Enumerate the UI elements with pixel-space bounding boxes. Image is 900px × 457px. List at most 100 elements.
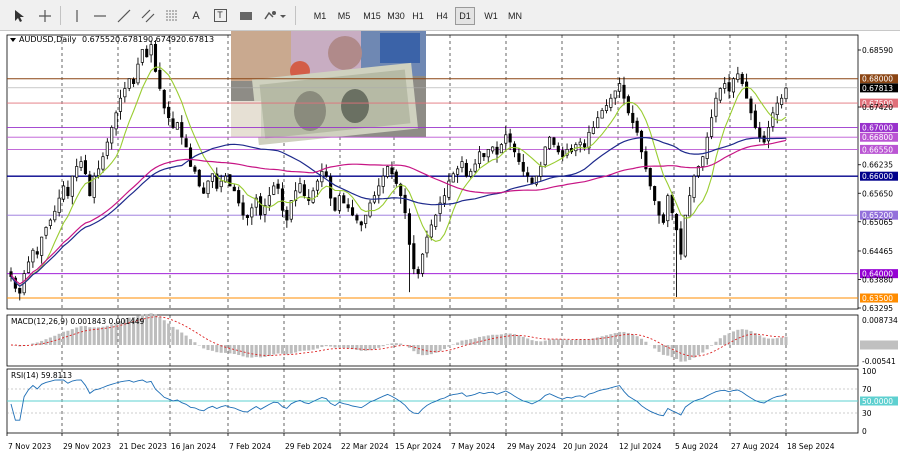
- candle-body: [61, 185, 66, 200]
- candle-body: [232, 186, 236, 192]
- candle-body: [464, 162, 468, 177]
- chart-symbol: AUDUSD,Daily: [19, 35, 77, 44]
- fibonacci-icon[interactable]: [162, 5, 182, 26]
- ma-slow-line: [10, 139, 787, 285]
- candle-body: [631, 112, 635, 123]
- rectangle-icon[interactable]: [236, 5, 256, 26]
- candle-body: [705, 136, 709, 159]
- candle-body: [385, 166, 390, 177]
- candle-body: [114, 112, 118, 130]
- candle-body: [35, 251, 39, 255]
- candle-body: [350, 207, 355, 216]
- level-label-0.66800: 0.66800: [862, 133, 893, 142]
- candle-body: [771, 112, 775, 127]
- level-label-0.63500: 0.63500: [862, 294, 893, 303]
- candle-body: [434, 214, 438, 227]
- candle-body: [486, 149, 490, 158]
- candle-body: [740, 73, 744, 84]
- candle-body: [407, 213, 412, 245]
- candle-body: [79, 161, 83, 168]
- candle-body: [315, 180, 320, 191]
- timeframe-m1[interactable]: M1: [310, 7, 330, 25]
- candle-body: [228, 174, 232, 187]
- chart-menu-icon[interactable]: [10, 38, 16, 42]
- shapes-dropdown-icon[interactable]: [262, 5, 288, 26]
- candle-body: [683, 214, 687, 257]
- rsi-axis-label: 0: [862, 427, 867, 436]
- price-axis-label: 0.63880: [862, 275, 893, 284]
- price-chart[interactable]: 0.680000.675000.670000.668000.665500.660…: [0, 31, 900, 457]
- candle-body: [289, 200, 293, 220]
- candle-body: [219, 180, 223, 188]
- candle-body: [53, 210, 57, 221]
- timeframe-mn[interactable]: MN: [505, 7, 525, 25]
- candle-body: [48, 219, 52, 226]
- cursor-icon[interactable]: [10, 5, 28, 26]
- date-axis-label: 29 May 2024: [507, 442, 556, 451]
- candle-body: [622, 84, 626, 99]
- candle-body: [237, 190, 241, 204]
- ohlc-high: 0.67819: [115, 35, 148, 44]
- candle-body: [692, 175, 696, 198]
- candle-body: [390, 167, 394, 175]
- candle-body: [674, 213, 679, 231]
- price-axis-label: 0.68590: [862, 46, 893, 55]
- trendline-icon[interactable]: [114, 5, 134, 26]
- timeframe-m15[interactable]: M15: [360, 7, 384, 25]
- candle-body: [118, 97, 123, 112]
- candle-body: [780, 97, 784, 105]
- rsi-label: RSI(14) 59.8113: [11, 371, 72, 380]
- candle-body: [311, 190, 315, 203]
- current-price-label: 0.67813: [862, 84, 893, 93]
- timeframe-m5[interactable]: M5: [334, 7, 354, 25]
- candle-body: [491, 146, 495, 152]
- candle-body: [727, 82, 731, 92]
- candle-body: [758, 127, 762, 138]
- timeframe-m30[interactable]: M30: [384, 7, 408, 25]
- candle-body: [31, 249, 35, 263]
- crosshair-icon[interactable]: [36, 5, 54, 26]
- timeframe-h4[interactable]: H4: [432, 7, 452, 25]
- candle-body: [517, 153, 521, 162]
- candle-body: [280, 188, 285, 211]
- candle-body: [745, 81, 749, 99]
- candle-body: [302, 184, 306, 197]
- rsi-line: [10, 379, 787, 421]
- date-axis-label: 7 Nov 2023: [8, 442, 51, 451]
- date-axis-label: 7 Feb 2024: [229, 442, 271, 451]
- candle-body: [731, 78, 736, 93]
- candle-body: [556, 145, 560, 153]
- timeframe-d1[interactable]: D1: [455, 7, 475, 25]
- chart-area[interactable]: 0.68000 0.67500 0.67000 0.66800 0.66550 0.660…: [0, 31, 900, 457]
- candle-body: [66, 186, 70, 197]
- candle-body: [364, 214, 368, 224]
- price-axis-label: 0.67420: [862, 103, 893, 112]
- candle-body: [482, 153, 486, 158]
- text-label-icon[interactable]: T: [211, 5, 229, 26]
- candle-body: [337, 195, 341, 211]
- main-pane[interactable]: [6, 34, 859, 310]
- candle-body: [460, 161, 464, 169]
- level-label-0.67000: 0.67000: [862, 123, 893, 132]
- candle-body: [477, 151, 482, 165]
- candle-body: [775, 102, 779, 115]
- candle-body: [359, 221, 363, 226]
- date-axis-label: 27 Aug 2024: [731, 442, 779, 451]
- rsi-axis-label: 100: [862, 367, 877, 376]
- equidistant-channel-icon[interactable]: [138, 5, 158, 26]
- candle-body: [324, 171, 328, 177]
- candle-body: [57, 197, 61, 213]
- vertical-line-icon[interactable]: [68, 5, 86, 26]
- candle-body: [381, 175, 385, 187]
- level-label-0.66000: 0.66000: [862, 172, 893, 181]
- candle-body: [661, 214, 665, 223]
- candle-body: [548, 136, 552, 149]
- candle-body: [499, 144, 503, 154]
- horizontal-line-icon[interactable]: [90, 5, 110, 26]
- candle-body: [149, 44, 153, 56]
- timeframe-h1[interactable]: H1: [408, 7, 428, 25]
- text-icon[interactable]: A: [187, 5, 205, 26]
- timeframe-w1[interactable]: W1: [481, 7, 501, 25]
- candle-body: [101, 156, 105, 170]
- candle-body: [44, 227, 48, 236]
